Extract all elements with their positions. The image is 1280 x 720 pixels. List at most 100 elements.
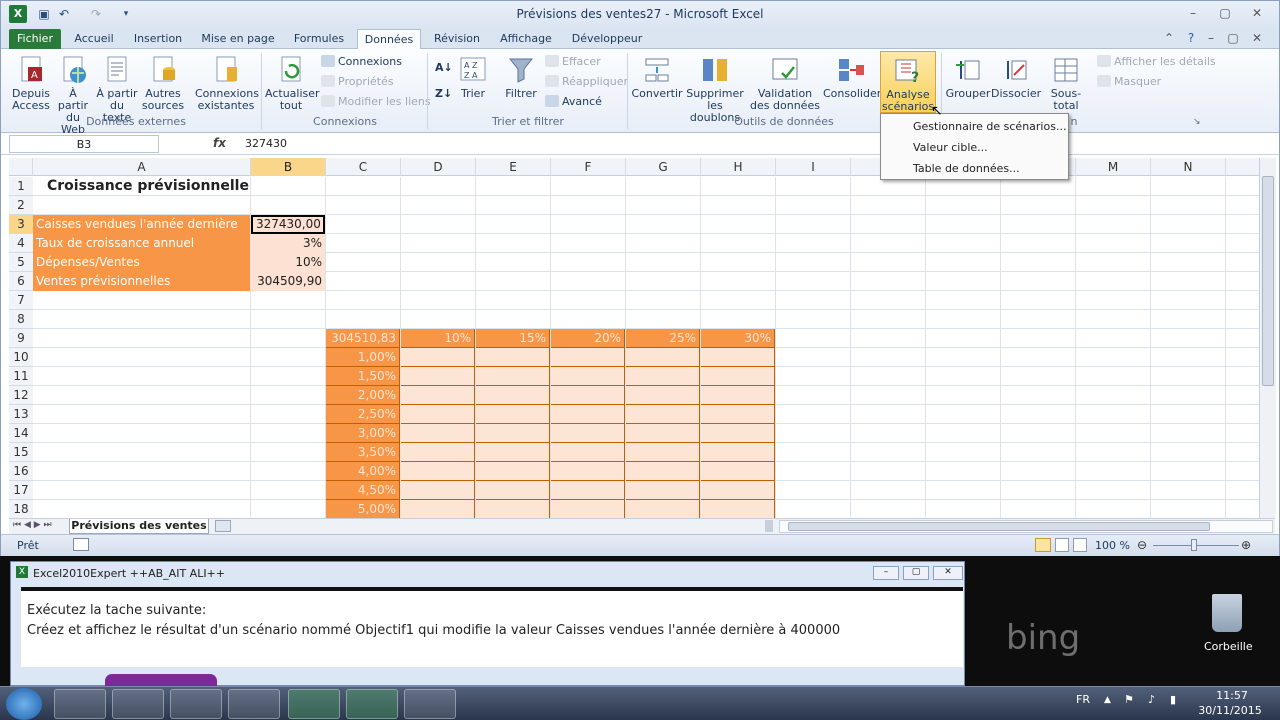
data-table-cell[interactable] bbox=[476, 443, 550, 462]
column-header-g[interactable]: G bbox=[626, 158, 701, 176]
data-table-row-value[interactable]: 3,00% bbox=[326, 424, 400, 443]
row-header-15[interactable]: 15 bbox=[9, 443, 33, 462]
column-header-b[interactable]: B bbox=[251, 158, 326, 176]
data-table-cell[interactable] bbox=[626, 348, 700, 367]
tab-split-handle[interactable] bbox=[765, 520, 773, 532]
zoom-level[interactable]: 100 % bbox=[1095, 539, 1130, 552]
cell-b4[interactable]: 3% bbox=[251, 234, 325, 253]
sort-az-icon[interactable]: A↓ bbox=[435, 59, 453, 77]
tray-expand-icon[interactable]: ▲ bbox=[1104, 695, 1111, 705]
cell-a3[interactable]: Caisses vendues l'année dernière bbox=[33, 215, 250, 234]
data-table-cell[interactable] bbox=[476, 405, 550, 424]
data-table-cell[interactable] bbox=[626, 462, 700, 481]
horizontal-scroll-thumb[interactable] bbox=[788, 522, 1210, 531]
data-table-row-value[interactable]: 1,50% bbox=[326, 367, 400, 386]
row-header-17[interactable]: 17 bbox=[9, 481, 33, 500]
tab-fichier[interactable]: Fichier bbox=[9, 29, 61, 49]
zoom-out-icon[interactable]: ⊖ bbox=[1137, 538, 1147, 552]
tray-volume-icon[interactable]: ♪ bbox=[1148, 693, 1155, 706]
insert-function-icon[interactable]: fx bbox=[213, 136, 226, 150]
row-header-6[interactable]: 6 bbox=[9, 272, 33, 291]
vertical-scroll-thumb[interactable] bbox=[1262, 176, 1274, 386]
tray-network-icon[interactable]: ▮ bbox=[1170, 693, 1176, 706]
cell-a1[interactable]: Croissance prévisionnelle bbox=[33, 177, 325, 196]
data-table-cell[interactable] bbox=[626, 481, 700, 500]
data-table-cell[interactable] bbox=[551, 367, 625, 386]
data-table-cell[interactable] bbox=[701, 348, 775, 367]
row-header-5[interactable]: 5 bbox=[9, 253, 33, 272]
name-box[interactable]: B3 bbox=[9, 135, 159, 153]
tab-affichage[interactable]: Affichage bbox=[493, 29, 559, 49]
data-table-header-cell[interactable]: 20% bbox=[551, 329, 625, 348]
column-header-e[interactable]: E bbox=[476, 158, 551, 176]
data-table-cell[interactable] bbox=[701, 367, 775, 386]
data-table-header-cell[interactable]: 10% bbox=[401, 329, 475, 348]
tab-revision[interactable]: Révision bbox=[429, 29, 485, 49]
macro-record-icon[interactable] bbox=[73, 538, 89, 551]
dialog-launcher-icon[interactable]: ↘ bbox=[1193, 117, 1201, 127]
sheet-tab-previsions[interactable]: Prévisions des ventes bbox=[69, 519, 209, 534]
data-table-cell[interactable] bbox=[551, 443, 625, 462]
data-table-cell[interactable] bbox=[701, 405, 775, 424]
doc-close-button[interactable]: ✕ bbox=[1245, 29, 1269, 47]
data-table-cell[interactable] bbox=[701, 424, 775, 443]
data-table-cell[interactable] bbox=[401, 405, 475, 424]
data-table-cell[interactable] bbox=[476, 367, 550, 386]
row-header-3[interactable]: 3 bbox=[9, 215, 33, 234]
row-header-16[interactable]: 16 bbox=[9, 462, 33, 481]
insert-sheet-icon[interactable] bbox=[215, 520, 231, 532]
column-header-d[interactable]: D bbox=[401, 158, 476, 176]
taskbar-explorer-icon[interactable] bbox=[54, 689, 106, 719]
data-table-cell[interactable] bbox=[626, 500, 700, 518]
row-header-2[interactable]: 2 bbox=[9, 196, 33, 215]
cell-a4[interactable]: Taux de croissance annuel bbox=[33, 234, 250, 253]
doc-restore-button[interactable]: ▢ bbox=[1221, 29, 1245, 47]
data-table-cell[interactable] bbox=[701, 500, 775, 518]
data-table-cell[interactable] bbox=[476, 462, 550, 481]
task-close-button[interactable]: ✕ bbox=[933, 566, 963, 580]
cell-b3[interactable]: 327430,00 bbox=[251, 215, 325, 234]
data-table-cell[interactable] bbox=[626, 424, 700, 443]
existing-connections-button[interactable]: Connexions existantes bbox=[195, 55, 259, 112]
vertical-scrollbar[interactable] bbox=[1259, 158, 1276, 518]
horizontal-scrollbar[interactable] bbox=[779, 520, 1273, 533]
row-header-18[interactable]: 18 bbox=[9, 500, 33, 519]
data-table-cell[interactable] bbox=[626, 386, 700, 405]
data-table-row-value[interactable]: 2,00% bbox=[326, 386, 400, 405]
row-header-12[interactable]: 12 bbox=[9, 386, 33, 405]
reapply-button[interactable]: Réappliquer bbox=[545, 73, 628, 91]
hide-detail-button[interactable]: Masquer bbox=[1097, 73, 1161, 91]
row-header-13[interactable]: 13 bbox=[9, 405, 33, 424]
tab-donnees[interactable]: Données bbox=[357, 29, 421, 49]
task-maximize-button[interactable]: ▢ bbox=[903, 566, 929, 580]
task-minimize-button[interactable]: – bbox=[873, 566, 899, 580]
formula-input[interactable]: 327430 bbox=[245, 137, 287, 150]
cell-c9[interactable]: 304510,83 bbox=[326, 329, 400, 348]
remove-duplicates-button[interactable]: Supprimer les doublons bbox=[683, 55, 747, 124]
properties-button[interactable]: Propriétés bbox=[321, 73, 394, 91]
data-table-header-cell[interactable]: 30% bbox=[701, 329, 775, 348]
taskbar-chrome-icon[interactable] bbox=[170, 689, 222, 719]
taskbar-dvd-icon[interactable] bbox=[228, 689, 280, 719]
taskbar-excel-expert-icon[interactable] bbox=[288, 689, 340, 719]
data-table-cell[interactable] bbox=[401, 481, 475, 500]
select-all-corner[interactable] bbox=[9, 158, 33, 176]
tab-formules[interactable]: Formules bbox=[287, 29, 351, 49]
data-table-cell[interactable] bbox=[401, 443, 475, 462]
column-header-c[interactable]: C bbox=[326, 158, 401, 176]
row-header-14[interactable]: 14 bbox=[9, 424, 33, 443]
ungroup-button[interactable]: Dissocier bbox=[991, 55, 1041, 100]
text-to-columns-button[interactable]: Convertir bbox=[631, 55, 683, 100]
data-table-cell[interactable] bbox=[701, 386, 775, 405]
start-button[interactable] bbox=[6, 688, 42, 720]
data-validation-button[interactable]: Validation des données bbox=[749, 55, 821, 112]
row-header-9[interactable]: 9 bbox=[9, 329, 33, 348]
column-header-i[interactable]: I bbox=[776, 158, 851, 176]
menu-item-scenario-manager[interactable]: Gestionnaire de scénarios... bbox=[913, 120, 1066, 133]
data-table-row-value[interactable]: 5,00% bbox=[326, 500, 400, 518]
cell-a5[interactable]: Dépenses/Ventes bbox=[33, 253, 250, 272]
sort-za-icon[interactable]: Z↓ bbox=[435, 85, 452, 103]
data-table-cell[interactable] bbox=[551, 424, 625, 443]
data-table-cell[interactable] bbox=[701, 462, 775, 481]
clock-date[interactable]: 30/11/2015 bbox=[1198, 704, 1262, 717]
